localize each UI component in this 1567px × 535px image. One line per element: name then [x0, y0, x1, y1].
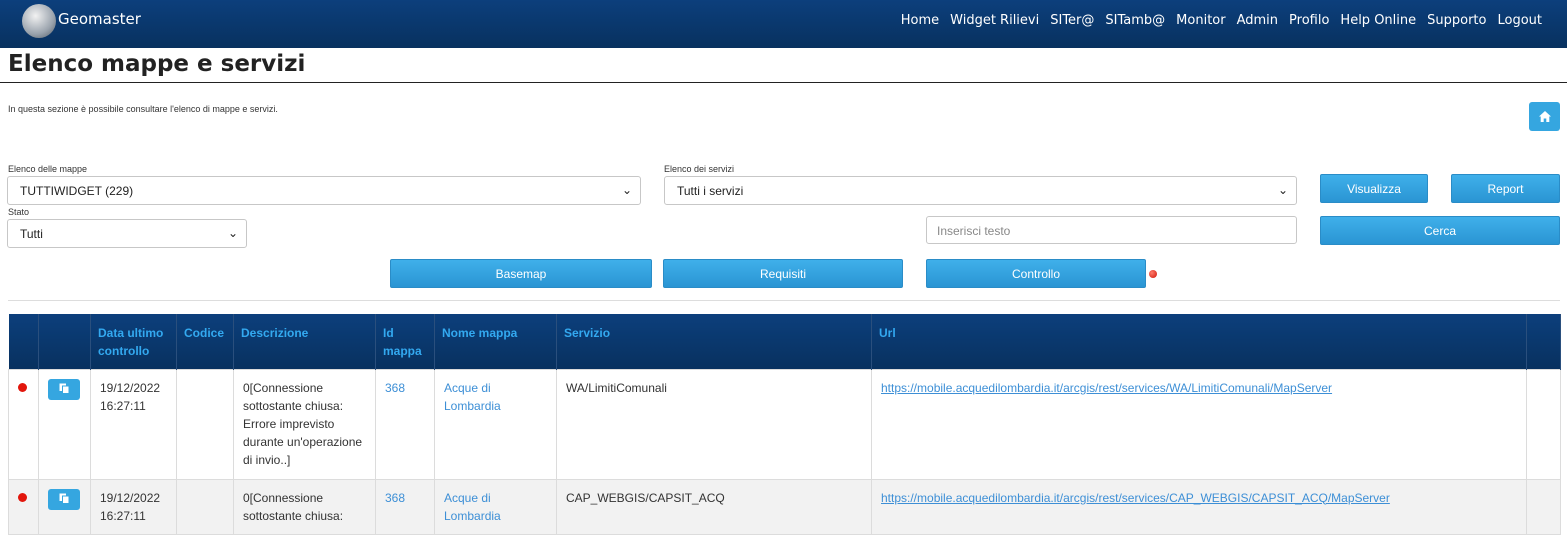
url-cell: https://mobile.acquedilombardia.it/arcgi…: [871, 478, 1527, 535]
date-cell: 19/12/2022 16:27:11: [90, 368, 177, 480]
top-navbar: Geomaster Home Widget Rilievi SITer@ SIT…: [0, 0, 1567, 48]
nav-help-online[interactable]: Help Online: [1340, 13, 1416, 28]
copy-icon: [59, 493, 69, 505]
services-select-value: Tutti i servizi: [677, 184, 744, 198]
description-cell: 0[Connessione sottostante chiusa: Errore…: [233, 368, 376, 480]
search-input[interactable]: Inserisci testo: [926, 216, 1297, 244]
intro-text: In questa sezione è possibile consultare…: [8, 104, 278, 114]
error-status-icon: [18, 382, 27, 392]
header-status: [8, 314, 39, 369]
header-service[interactable]: Servizio: [556, 314, 872, 369]
nav-logout[interactable]: Logout: [1497, 13, 1542, 28]
basemap-button[interactable]: Basemap: [390, 259, 652, 288]
requisiti-button[interactable]: Requisiti: [663, 259, 903, 288]
service-url-link[interactable]: https://mobile.acquedilombardia.it/arcgi…: [881, 381, 1332, 395]
section-divider: [8, 300, 1560, 301]
code-cell: [176, 478, 234, 535]
map-id-cell: 368: [375, 478, 435, 535]
header-map-id[interactable]: Id mappa: [375, 314, 435, 369]
nav-admin[interactable]: Admin: [1237, 13, 1278, 28]
header-url[interactable]: Url: [871, 314, 1527, 369]
nav-siter[interactable]: SITer@: [1050, 13, 1094, 28]
title-divider: [0, 82, 1567, 83]
description-cell: 0[Connessione sottostante chiusa:: [233, 478, 376, 535]
map-id-link[interactable]: 368: [385, 381, 405, 395]
services-select[interactable]: Tutti i servizi ⌄: [664, 176, 1297, 205]
extra-cell: [1526, 478, 1561, 535]
copy-button[interactable]: [48, 488, 80, 510]
maps-select[interactable]: TUTTIWIDGET (229) ⌄: [7, 176, 641, 205]
chevron-down-icon: ⌄: [227, 226, 238, 240]
maps-label: Elenco delle mappe: [8, 164, 88, 174]
copy-icon: [59, 383, 69, 395]
page-title: Elenco mappe e servizi: [8, 51, 306, 77]
main-nav: Home Widget Rilievi SITer@ SITamb@ Monit…: [901, 13, 1542, 28]
maps-table: Data ultimo controllo Codice Descrizione…: [8, 314, 1561, 535]
controllo-button[interactable]: Controllo: [926, 259, 1146, 288]
map-id-cell: 368: [375, 368, 435, 480]
home-button[interactable]: [1529, 102, 1560, 131]
copy-button[interactable]: [48, 378, 80, 400]
header-action: [38, 314, 91, 369]
map-name-link[interactable]: Acque di Lombardia: [444, 491, 501, 523]
nav-sitamb[interactable]: SITamb@: [1105, 13, 1165, 28]
extra-cell: [1526, 368, 1561, 480]
map-id-link[interactable]: 368: [385, 491, 405, 505]
action-cell: [38, 368, 91, 480]
report-button[interactable]: Report: [1451, 174, 1560, 203]
visualizza-button[interactable]: Visualizza: [1320, 174, 1428, 203]
nav-widget-rilievi[interactable]: Widget Rilievi: [950, 13, 1039, 28]
nav-home[interactable]: Home: [901, 13, 939, 28]
chevron-down-icon: ⌄: [621, 183, 632, 197]
code-cell: [176, 368, 234, 480]
table-row: 19/12/2022 16:27:11 0[Connessione sottos…: [8, 478, 1561, 535]
nav-supporto[interactable]: Supporto: [1427, 13, 1486, 28]
header-date[interactable]: Data ultimo controllo: [90, 314, 177, 369]
status-cell: [8, 368, 39, 480]
nav-monitor[interactable]: Monitor: [1176, 13, 1225, 28]
action-cell: [38, 478, 91, 535]
table-row: 19/12/2022 16:27:11 0[Connessione sottos…: [8, 368, 1561, 480]
maps-select-value: TUTTIWIDGET (229): [20, 184, 134, 198]
map-name-link[interactable]: Acque di Lombardia: [444, 381, 501, 413]
status-dot-icon: [1149, 270, 1157, 278]
header-map-name[interactable]: Nome mappa: [434, 314, 557, 369]
chevron-down-icon: ⌄: [1277, 183, 1288, 197]
map-name-cell: Acque di Lombardia: [434, 478, 557, 535]
geomaster-logo-icon[interactable]: [22, 4, 56, 38]
header-code[interactable]: Codice: [176, 314, 234, 369]
header-extra: [1526, 314, 1561, 369]
status-cell: [8, 478, 39, 535]
nav-profilo[interactable]: Profilo: [1289, 13, 1329, 28]
map-name-cell: Acque di Lombardia: [434, 368, 557, 480]
date-cell: 19/12/2022 16:27:11: [90, 478, 177, 535]
app-brand[interactable]: Geomaster: [58, 10, 141, 28]
table-header-row: Data ultimo controllo Codice Descrizione…: [8, 314, 1561, 369]
services-label: Elenco dei servizi: [664, 164, 735, 174]
state-label: Stato: [8, 207, 30, 217]
service-url-link[interactable]: https://mobile.acquedilombardia.it/arcgi…: [881, 491, 1390, 505]
error-status-icon: [18, 492, 27, 502]
state-select-value: Tutti: [20, 227, 43, 241]
service-cell: CAP_WEBGIS/CAPSIT_ACQ: [556, 478, 872, 535]
service-cell: WA/LimitiComunali: [556, 368, 872, 480]
header-description[interactable]: Descrizione: [233, 314, 376, 369]
state-select[interactable]: Tutti ⌄: [7, 219, 247, 248]
cerca-button[interactable]: Cerca: [1320, 216, 1560, 245]
home-icon: [1538, 111, 1551, 122]
url-cell: https://mobile.acquedilombardia.it/arcgi…: [871, 368, 1527, 480]
